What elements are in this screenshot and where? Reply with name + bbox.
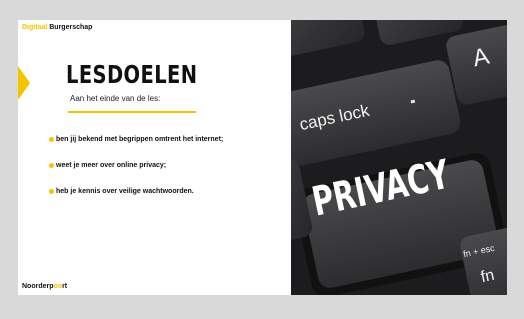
learning-goal-text: weet je meer over online privacy; [56,162,167,169]
learning-goal-text: heb je kennis over veilige wachtwoorden. [56,188,194,195]
keyboard-photo: A caps lock PRIVACY fn + esc fn [291,20,507,295]
chevron-marker-icon [18,66,30,100]
learning-goal-text: ben jij bekend met begrippen omtrent het… [56,136,224,143]
bullet-icon [49,189,54,194]
slide-subtitle: Aan het einde van de les: [70,94,161,103]
learning-goal-item: heb je kennis over veilige wachtwoorden. [49,188,194,195]
brand-header: Digitaal Burgerschap [22,24,92,31]
brand-footer-prefix: Noorderp [22,283,54,290]
bullet-icon [49,137,54,142]
brand-footer-logo: Noorderpoort [22,283,67,290]
brand-header-suffix: Burgerschap [49,24,93,31]
title-underline [68,111,196,113]
slide-text-panel: Digitaal Burgerschap LESDOELEN Aan het e… [18,20,291,295]
brand-header-prefix: Digitaal [22,24,48,31]
bullet-icon [49,163,54,168]
learning-goal-item: ben jij bekend met begrippen omtrent het… [49,136,224,143]
learning-goal-item: weet je meer over online privacy; [49,162,167,169]
brand-footer-suffix: rt [62,283,68,290]
slide-title: LESDOELEN [66,60,198,89]
presentation-slide: Digitaal Burgerschap LESDOELEN Aan het e… [18,20,507,295]
brand-footer-accent: oo [53,283,63,290]
